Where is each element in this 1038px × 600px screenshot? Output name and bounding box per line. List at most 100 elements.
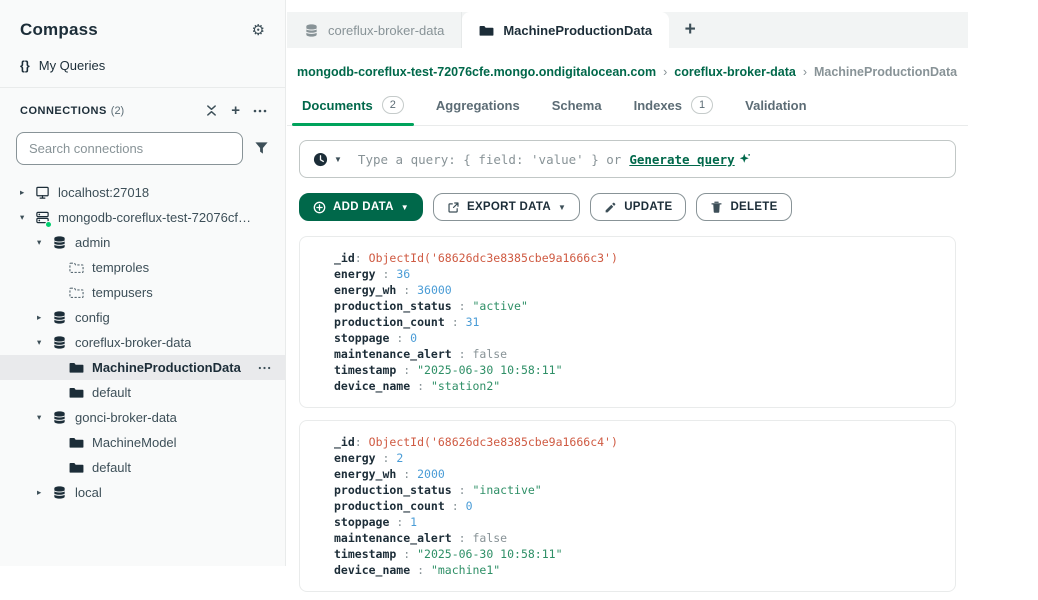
export-data-button[interactable]: EXPORT DATA ▼ [433,193,580,221]
sidebar-item-mongodb-coreflux-test-72076cfe-mon[interactable]: ▾ mongodb-coreflux-test-72076cfe.mon... [0,205,285,230]
connections-header: CONNECTIONS (2) + [0,88,285,130]
field-key: timestamp [334,363,396,377]
field-key: energy_wh [334,283,396,297]
document-field-timestamp[interactable]: timestamp : "2025-06-30 10:58:11" [334,546,941,562]
query-placeholder-text: Type a query: { field: 'value' } or [358,152,621,167]
sidebar-item-machineproductiondata[interactable]: MachineProductionData [0,355,285,380]
document-field-timestamp[interactable]: timestamp : "2025-06-30 10:58:11" [334,362,941,378]
field-value: "machine1" [431,563,500,577]
item-menu-icon[interactable] [258,366,271,370]
document-field-energy-wh[interactable]: energy_wh : 36000 [334,282,941,298]
compass-app-window: Compass ⚙ {} My Queries CONNECTIONS (2) … [0,0,1038,600]
server-icon [34,210,50,226]
query-history-clock-icon[interactable] [313,152,328,167]
update-button[interactable]: UPDATE [590,193,686,221]
sidebar-item-local[interactable]: ▸local [0,480,285,505]
sidebar-item-label: mongodb-coreflux-test-72076cfe.mon... [58,210,253,225]
document-field-energy[interactable]: energy : 2 [334,450,941,466]
search-connections-input[interactable] [16,132,243,165]
field-separator: : [452,299,473,313]
field-value: 36 [396,267,410,281]
sidebar-item-machinemodel[interactable]: MachineModel [0,430,285,455]
sidebar-item-default[interactable]: default [0,455,285,480]
sidebar-item-gonci-broker-data[interactable]: ▾gonci-broker-data [0,405,285,430]
workspace-tab-coreflux-broker-data[interactable]: coreflux-broker-data [287,12,462,48]
document-field-stoppage[interactable]: stoppage : 0 [334,330,941,346]
collection-tab-bar: Documents2AggregationsSchemaIndexes1Vali… [287,90,968,126]
connections-count: (2) [111,105,124,117]
field-value: ObjectId('68626dc3e8385cbe9a1666c4') [369,435,618,449]
crud-toolbar: ADD DATA ▼ EXPORT DATA ▼ UPDATE DELETE [299,193,956,221]
document-field-maintenance-alert[interactable]: maintenance_alert : false [334,530,941,546]
field-value: 31 [466,315,480,329]
document-field-device-name[interactable]: device_name : "machine1" [334,562,941,578]
document-field-id[interactable]: _id: ObjectId('68626dc3e8385cbe9a1666c3'… [334,250,941,266]
sidebar-item-tempusers[interactable]: tempusers [0,280,285,305]
sidebar-item-label: default [92,385,131,400]
document-field-maintenance-alert[interactable]: maintenance_alert : false [334,346,941,362]
tab-aggregations[interactable]: Aggregations [423,90,533,125]
tab-count-badge: 1 [691,96,713,114]
add-data-button[interactable]: ADD DATA ▼ [299,193,423,221]
query-options-caret-icon[interactable]: ▼ [334,155,342,164]
document-field-id[interactable]: _id: ObjectId('68626dc3e8385cbe9a1666c4'… [334,434,941,450]
tab-schema[interactable]: Schema [539,90,615,125]
add-connection-icon[interactable]: + [231,103,240,118]
chevron-down-icon[interactable]: ▾ [37,412,51,423]
document-field-production-status[interactable]: production_status : "active" [334,298,941,314]
breadcrumb: mongodb-coreflux-test-72076cfe.mongo.ond… [287,48,968,79]
sidebar-item-admin[interactable]: ▾admin [0,230,285,255]
sidebar-item-default[interactable]: default [0,380,285,405]
sidebar-item-label: coreflux-broker-data [75,335,191,350]
sidebar-item-label: tempusers [92,285,153,300]
breadcrumb-separator: › [803,65,807,79]
document-field-energy[interactable]: energy : 36 [334,266,941,282]
breadcrumb-item-mongodb-coreflux-test-72076cfe-mongo-ondigitalocean-com[interactable]: mongodb-coreflux-test-72076cfe.mongo.ond… [297,65,656,79]
generate-query-link[interactable]: Generate query [629,152,734,167]
sidebar-item-localhost-27018[interactable]: ▸ localhost:27018 [0,180,285,205]
document-field-production-count[interactable]: production_count : 31 [334,314,941,330]
field-value: "active" [472,299,527,313]
breadcrumb-item-machineproductiondata[interactable]: MachineProductionData [814,65,957,79]
filter-funnel-icon[interactable] [254,141,269,156]
chevron-right-icon[interactable]: ▸ [20,187,34,198]
document-field-production-count[interactable]: production_count : 0 [334,498,941,514]
connections-menu-icon[interactable] [253,109,267,113]
document-card[interactable]: _id: ObjectId('68626dc3e8385cbe9a1666c3'… [299,236,956,408]
tab-documents[interactable]: Documents2 [289,90,417,125]
breadcrumb-item-coreflux-broker-data[interactable]: coreflux-broker-data [674,65,796,79]
settings-gear-icon[interactable]: ⚙ [252,23,265,38]
delete-button[interactable]: DELETE [696,193,791,221]
query-input-placeholder[interactable]: Type a query: { field: 'value' } or Gene… [358,152,751,167]
sidebar-item-my-queries[interactable]: {} My Queries [0,44,285,83]
document-field-production-status[interactable]: production_status : "inactive" [334,482,941,498]
field-value: 1 [410,515,417,529]
chevron-down-icon[interactable]: ▾ [20,212,34,223]
document-field-energy-wh[interactable]: energy_wh : 2000 [334,466,941,482]
folder-icon [68,435,84,451]
connections-label: CONNECTIONS [20,105,107,117]
collection-outline-icon [68,285,84,301]
document-field-device-name[interactable]: device_name : "station2" [334,378,941,394]
collapse-all-icon[interactable] [205,104,218,117]
sidebar-item-label: localhost:27018 [58,185,149,200]
tab-indexes[interactable]: Indexes1 [621,90,727,125]
chevron-down-icon[interactable]: ▾ [37,237,51,248]
connections-search-row [0,130,285,165]
document-field-stoppage[interactable]: stoppage : 1 [334,514,941,530]
field-key: production_status [334,299,452,313]
new-tab-plus-button[interactable]: + [669,12,711,48]
query-bar[interactable]: ▼ Type a query: { field: 'value' } or Ge… [299,140,956,178]
export-data-label: EXPORT DATA [467,201,551,213]
sidebar-item-temproles[interactable]: temproles [0,255,285,280]
chevron-right-icon[interactable]: ▸ [37,487,51,498]
field-key: timestamp [334,547,396,561]
chevron-right-icon[interactable]: ▸ [37,312,51,323]
document-card[interactable]: _id: ObjectId('68626dc3e8385cbe9a1666c4'… [299,420,956,592]
tab-validation[interactable]: Validation [732,90,819,125]
sidebar-item-config[interactable]: ▸config [0,305,285,330]
workspace-tab-machineproductiondata[interactable]: MachineProductionData [462,12,669,48]
chevron-down-icon[interactable]: ▾ [37,337,51,348]
sidebar-item-coreflux-broker-data[interactable]: ▾ coreflux-broker-data [0,330,285,355]
field-value: 36000 [417,283,452,297]
